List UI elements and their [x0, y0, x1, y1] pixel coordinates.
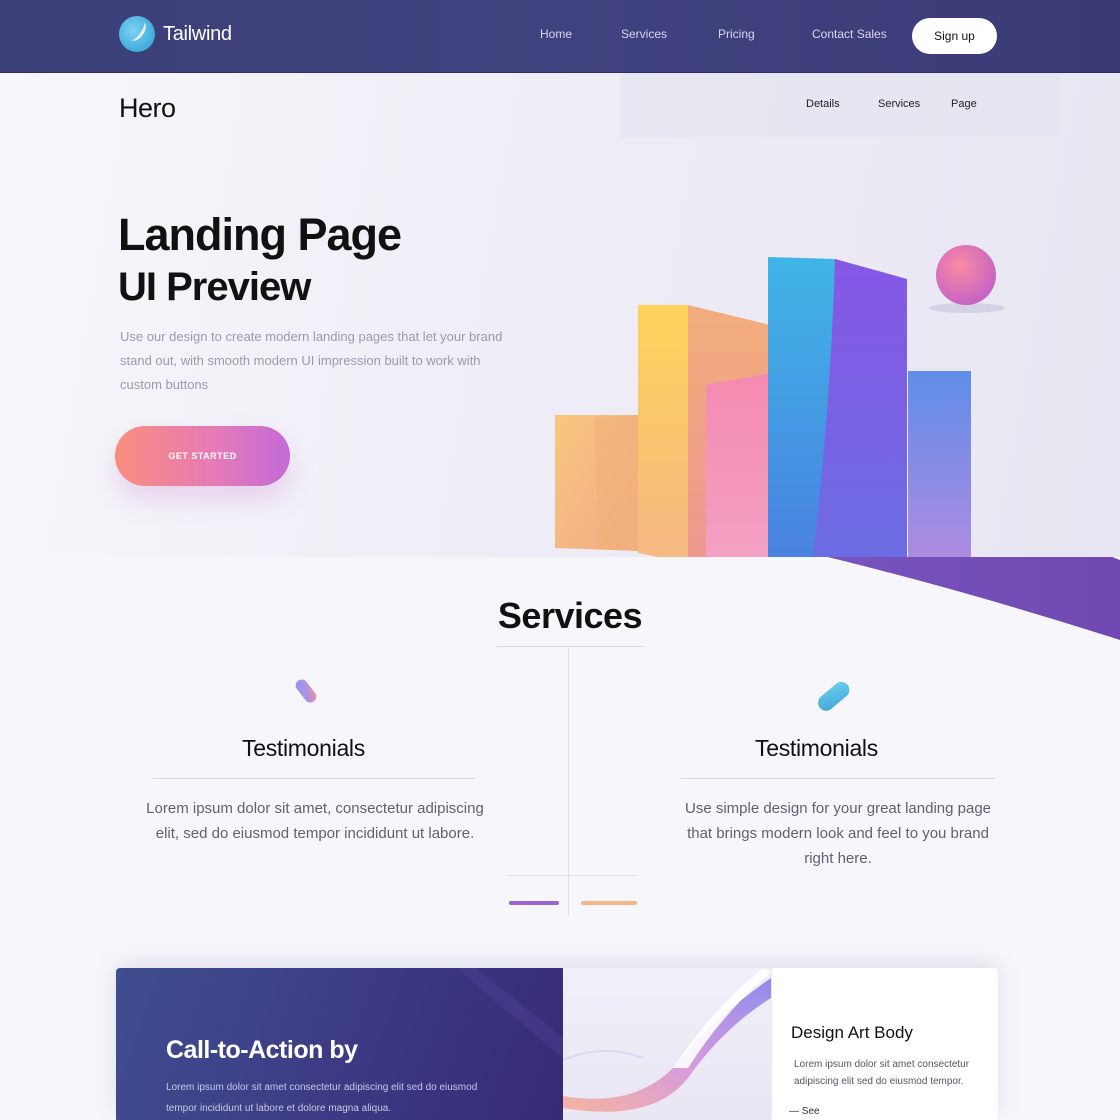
card-title: Testimonials	[755, 735, 878, 761]
cta-card-text: Lorem ipsum dolor sit amet consectetur a…	[794, 1059, 970, 1087]
wave-graphic	[563, 968, 771, 1112]
cta-card-link[interactable]: — See	[789, 1106, 820, 1117]
hero-section: Hero Details Services Page Landing Page …	[0, 73, 1120, 557]
logo-icon	[119, 16, 155, 52]
services-center-rule	[507, 875, 637, 876]
cta-title: Call-to-Action by	[166, 1036, 358, 1064]
services-divider	[497, 646, 644, 647]
nav-link-services[interactable]: Services	[621, 27, 667, 41]
accent-bar-orange	[581, 901, 637, 905]
accent-bar-purple	[509, 901, 559, 905]
card-divider	[681, 778, 995, 779]
sign-up-button[interactable]: Sign up	[912, 18, 997, 54]
card-title: Testimonials	[242, 735, 365, 761]
nav-link-pricing[interactable]: Pricing	[718, 27, 755, 41]
subnav-link-services[interactable]: Services	[878, 98, 920, 110]
card-text: Lorem ipsum dolor sit amet, consectetur …	[146, 800, 484, 842]
subnav-link-details[interactable]: Details	[806, 98, 840, 110]
hero-title: Landing Page	[118, 209, 402, 260]
nav-link-home[interactable]: Home	[540, 27, 572, 41]
subnav-link-page[interactable]: Page	[951, 98, 977, 110]
cta-section: Call-to-Action by Lorem ipsum dolor sit …	[116, 968, 998, 1120]
card-text: Use simple design for your great landing…	[684, 800, 991, 867]
logo-text: Tailwind	[163, 22, 232, 45]
cta-panel: Call-to-Action by Lorem ipsum dolor sit …	[116, 968, 563, 1120]
cta-card-title: Design Art Body	[791, 1023, 913, 1042]
cta-card: Design Art Body Lorem ipsum dolor sit am…	[771, 968, 998, 1120]
testimonial-pill-icon	[295, 679, 317, 703]
card-divider	[153, 778, 475, 779]
nav-link-contact[interactable]: Contact Sales	[812, 27, 887, 41]
hero-label: Hero	[119, 93, 176, 123]
top-navigation: Tailwind Home Services Pricing Contact S…	[0, 0, 1120, 73]
hero-subnav	[620, 73, 1060, 137]
get-started-button[interactable]: GET STARTED	[115, 426, 290, 486]
bar-illustration	[555, 245, 1005, 557]
services-title: Services	[497, 595, 643, 636]
cta-description: Lorem ipsum dolor sit amet consectetur a…	[166, 1082, 478, 1114]
logo[interactable]: Tailwind	[119, 16, 232, 52]
testimonial-pill-icon	[818, 681, 850, 711]
hero-subtitle: UI Preview	[118, 265, 311, 309]
cta-wave-panel	[563, 968, 771, 1120]
